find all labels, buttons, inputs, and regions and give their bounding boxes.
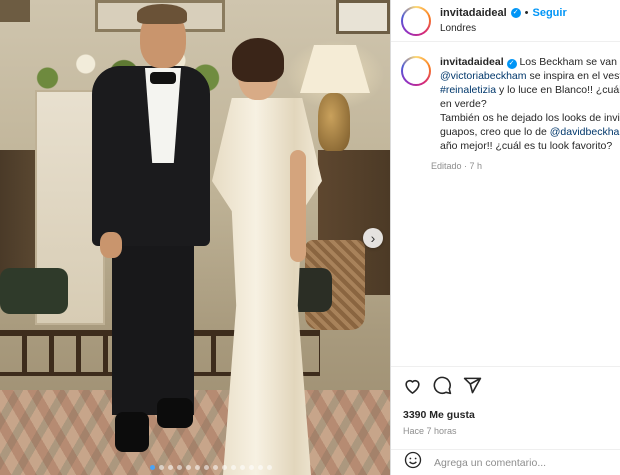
- actions-bar: 3390 Me gusta Hace 7 horas: [391, 366, 620, 436]
- verified-icon: ✓: [510, 8, 521, 19]
- caption-text: invitadaideal ✓ Los Beckham se van de @v…: [440, 56, 620, 154]
- likes-count[interactable]: 3390 Me gusta: [403, 409, 609, 421]
- carousel-dot: [267, 465, 272, 470]
- mention-link[interactable]: @victoriabeckham: [440, 70, 527, 82]
- comment-input[interactable]: [434, 456, 614, 469]
- carousel-dot: [204, 465, 209, 470]
- carousel-dots: [150, 465, 272, 470]
- location-link[interactable]: Londres: [440, 23, 567, 35]
- comment-bar: [391, 449, 620, 475]
- carousel-dot: [186, 465, 191, 470]
- caption-username[interactable]: invitadaideal: [440, 56, 504, 68]
- share-icon[interactable]: [463, 376, 482, 400]
- next-arrow-icon[interactable]: ›: [363, 228, 383, 248]
- carousel-dot: [240, 465, 245, 470]
- avatar[interactable]: [401, 56, 431, 86]
- post-time: Hace 7 horas: [403, 426, 457, 436]
- avatar[interactable]: [401, 5, 431, 36]
- bow-tie: [150, 72, 176, 84]
- carousel-dot: [222, 465, 227, 470]
- post-header: invitadaideal ✓ • Seguir Londres: [391, 0, 620, 42]
- rug: [0, 390, 390, 475]
- caption-area: invitadaideal ✓ Los Beckham se van de @v…: [391, 42, 620, 171]
- carousel-dot: [231, 465, 236, 470]
- carousel-dot: [168, 465, 173, 470]
- carousel-dot: [150, 465, 155, 470]
- carousel-dot: [249, 465, 254, 470]
- hashtag-link[interactable]: #reinaletizia: [440, 84, 496, 96]
- post-photo[interactable]: ›: [0, 0, 390, 475]
- username[interactable]: invitadaideal: [440, 7, 507, 20]
- carousel-dot: [177, 465, 182, 470]
- comment-icon[interactable]: [433, 376, 452, 400]
- carousel-dot: [258, 465, 263, 470]
- carousel-dot: [159, 465, 164, 470]
- follow-button[interactable]: Seguir: [533, 7, 567, 20]
- heart-icon[interactable]: [403, 377, 422, 400]
- carousel-dot: [213, 465, 218, 470]
- mention-link[interactable]: @davidbeckhan: [550, 126, 620, 138]
- carousel-dot: [195, 465, 200, 470]
- emoji-icon[interactable]: [404, 451, 422, 474]
- post-sidebar: invitadaideal ✓ • Seguir Londres invitad…: [390, 0, 620, 475]
- verified-icon: ✓: [506, 58, 517, 69]
- separator: •: [524, 6, 529, 19]
- caption-meta: Editado · 7 h: [431, 160, 483, 171]
- wall-picture-frame: [336, 0, 390, 34]
